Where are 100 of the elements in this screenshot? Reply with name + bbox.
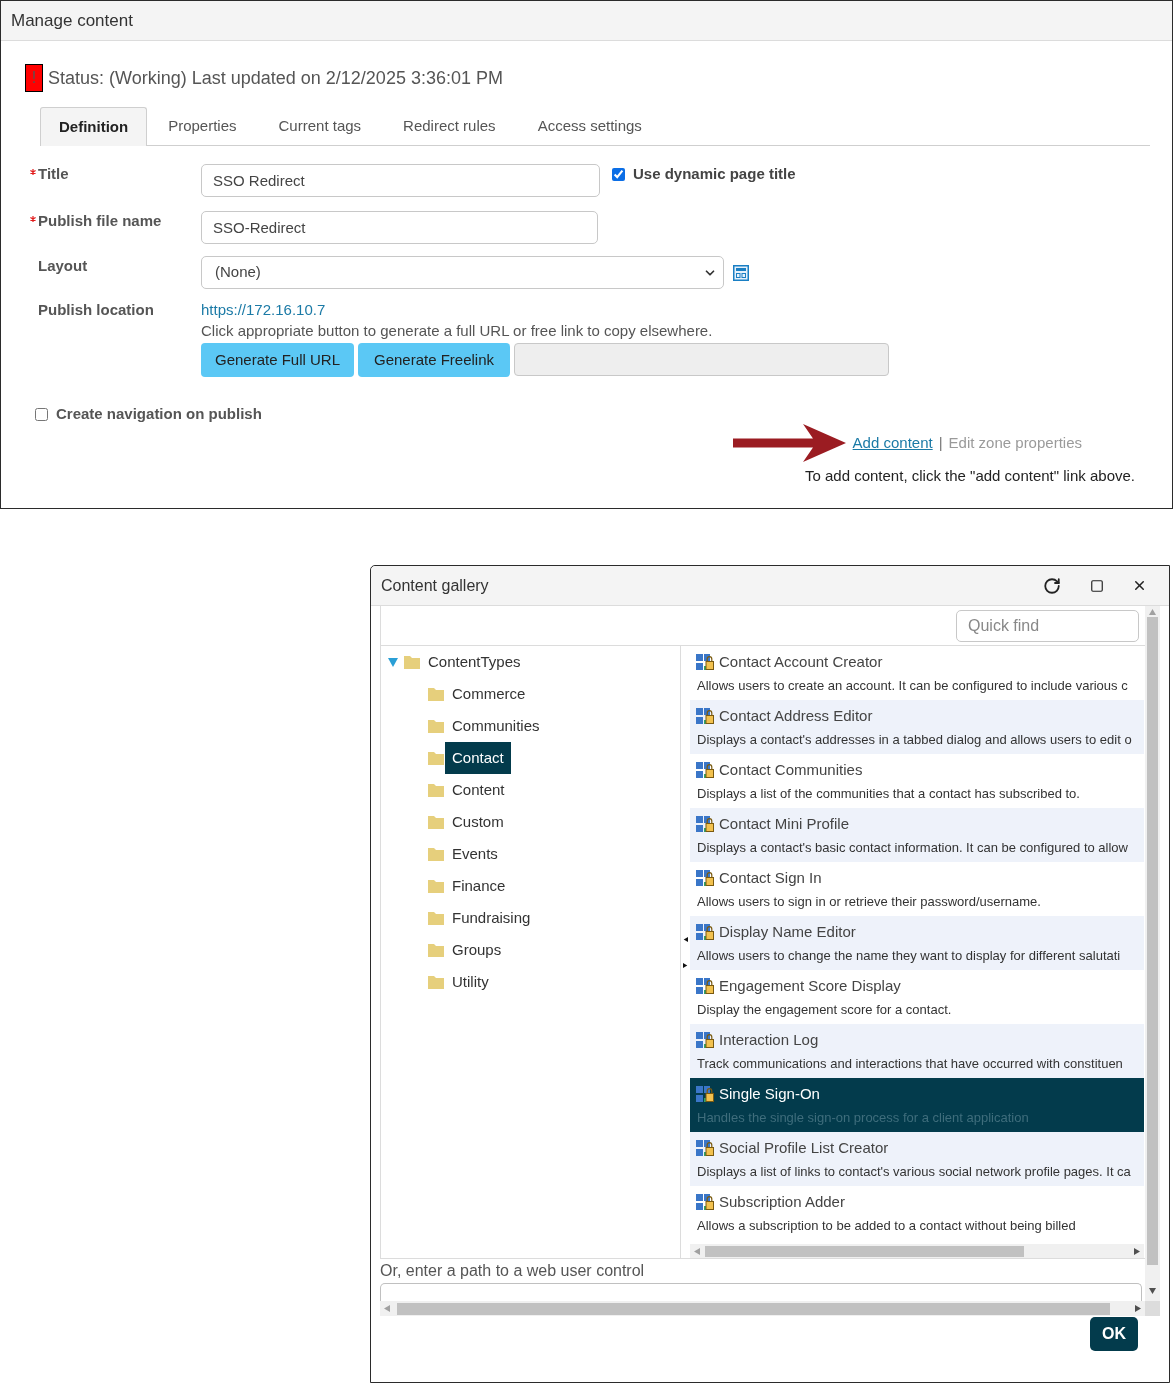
generate-button[interactable]: Generate Full URL [201, 343, 354, 377]
expand-right-icon[interactable] [683, 961, 688, 969]
folder-icon [428, 751, 444, 765]
item-description: Display the engagement score for a contact. [696, 1001, 953, 1019]
scroll-right-icon[interactable] [1134, 1247, 1141, 1255]
link-output-field[interactable] [514, 343, 889, 376]
vertical-scrollbar[interactable] [1145, 606, 1160, 1301]
item-description: Track communications and interactions that have occurred with constituen [696, 1055, 1124, 1073]
item-title: Display Name Editor [719, 921, 856, 942]
item-description: Displays a list of the communities that a contact has subscribed to. [696, 785, 1081, 803]
checkbox[interactable] [35, 407, 48, 421]
checkbox[interactable] [612, 167, 625, 181]
scroll-down-icon[interactable] [1149, 1286, 1156, 1294]
item-title: Contact Account Creator [719, 651, 883, 672]
tree-item[interactable]: Groups [445, 934, 509, 966]
tree-item[interactable]: Events [445, 838, 505, 870]
layout-grid-icon[interactable] [733, 264, 749, 281]
dialog-title: Content gallery [381, 575, 489, 596]
tree-item[interactable]: Commerce [445, 678, 533, 710]
item-description: Displays a list of links to contact's various social network profile pages. It ca [696, 1163, 1132, 1181]
layout-select[interactable]: (None) [201, 256, 724, 289]
gallery-item[interactable]: Social Profile List Creator Displays a list of links to contact's various social network profile pages. It ca [690, 1132, 1144, 1186]
tab[interactable]: Properties [147, 107, 258, 146]
folder-icon [428, 911, 444, 925]
scrollbar-thumb[interactable] [1147, 617, 1158, 1265]
item-title: Contact Mini Profile [719, 813, 850, 834]
grid-padlock-icon [696, 1194, 714, 1210]
grid-padlock-icon [696, 870, 714, 886]
tree-item[interactable]: Custom [445, 806, 511, 838]
text-input-field[interactable]: SSO Redirect [201, 164, 600, 197]
tree-item[interactable]: ContentTypes [421, 646, 528, 678]
item-title: Contact Communities [719, 759, 863, 780]
item-title: Contact Address Editor [719, 705, 873, 726]
gallery-item[interactable]: Single Sign-On Handles the single sign-on process for a client application [690, 1078, 1144, 1132]
scroll-right-icon[interactable] [1135, 1305, 1142, 1312]
folder-icon [428, 943, 444, 957]
grid-padlock-icon [696, 1140, 714, 1156]
zone-link[interactable]: Add content [852, 431, 933, 455]
maximize-icon[interactable] [1090, 578, 1104, 593]
ok-button[interactable]: OK [1090, 1317, 1138, 1351]
tree-item[interactable]: Contact [445, 742, 511, 774]
status-text: Status: (Working) Last updated on 2/12/2025 3:36:01 PM [48, 66, 503, 90]
scroll-left-icon[interactable] [693, 1247, 700, 1255]
item-description: Displays a contact's addresses in a tabbed dialog and allows users to edit o [696, 731, 1133, 749]
close-icon[interactable] [1132, 578, 1147, 593]
field-label: Publish file name [38, 211, 162, 231]
caret-icon[interactable] [388, 657, 398, 667]
item-description: Allows users to create an account. It can be configured to include various c [696, 677, 1129, 695]
tab[interactable]: Current tags [257, 107, 383, 146]
gallery-item[interactable]: Interaction Log Track communications and interactions that have occurred with constituen [690, 1024, 1144, 1078]
tree-item[interactable]: Finance [445, 870, 513, 902]
tab[interactable]: Redirect rules [382, 107, 517, 146]
item-description: Handles the single sign-on process for a client application [696, 1109, 1030, 1127]
item-title: Contact Sign In [719, 867, 822, 888]
tree-item[interactable]: Content [445, 774, 512, 806]
folder-icon [428, 847, 444, 861]
quick-find-field[interactable]: Quick find [956, 609, 1139, 642]
tab[interactable]: Definition [40, 107, 148, 146]
panel-title: Manage content [11, 9, 133, 32]
grid-padlock-icon [696, 978, 714, 994]
url-link[interactable]: https://172.16.10.7 [201, 300, 889, 320]
tree-item[interactable]: Fundraising [445, 902, 538, 934]
gallery-item[interactable]: Contact Mini Profile Displays a contact's basic contact information. It can be configured to allow [690, 808, 1144, 862]
link-separator: | [938, 432, 943, 453]
path-input-field[interactable] [380, 1283, 1142, 1301]
folder-icon [428, 975, 444, 989]
gallery-item[interactable]: Display Name Editor Allows users to change the name they want to display for different salutati [690, 916, 1144, 970]
item-title: Social Profile List Creator [719, 1137, 889, 1158]
scrollbar-thumb[interactable] [397, 1302, 1110, 1315]
grid-padlock-icon [696, 708, 714, 724]
grid-padlock-icon [696, 1032, 714, 1048]
folder-icon [428, 783, 444, 797]
checkbox-label: Use dynamic page title [633, 163, 796, 184]
refresh-icon[interactable] [1043, 576, 1061, 595]
grid-padlock-icon [696, 1086, 714, 1102]
tree-item[interactable]: Communities [445, 710, 547, 742]
grid-padlock-icon [696, 762, 714, 778]
folder-icon [404, 655, 420, 669]
item-title: Interaction Log [719, 1029, 819, 1050]
item-description: Allows a subscription to be added to a contact without being billed [696, 1217, 1077, 1235]
item-title: Subscription Adder [719, 1191, 845, 1212]
gallery-item[interactable]: Contact Address Editor Displays a contact's addresses in a tabbed dialog and allows users to edit o [690, 700, 1144, 754]
generate-button[interactable]: Generate Freelink [358, 343, 510, 377]
collapse-left-icon[interactable] [683, 935, 688, 943]
field-label: Title [38, 164, 69, 184]
text-input-field[interactable]: SSO-Redirect [201, 211, 598, 244]
scroll-up-icon[interactable] [1149, 608, 1156, 615]
scrollbar-thumb[interactable] [705, 1245, 1024, 1257]
item-title: Engagement Score Display [719, 975, 901, 996]
item-description: Allows users to sign in or retrieve their password/username. [696, 893, 1042, 911]
horizontal-scrollbar[interactable] [380, 1301, 1145, 1316]
tree-item[interactable]: Utility [445, 966, 496, 998]
status-flag: ! [25, 64, 43, 92]
scroll-left-icon[interactable] [383, 1305, 390, 1312]
grid-padlock-icon [696, 816, 714, 832]
horizontal-scrollbar[interactable] [690, 1244, 1144, 1258]
item-title: Single Sign-On [719, 1083, 820, 1104]
tab[interactable]: Access settings [516, 107, 663, 146]
field-label: Layout [38, 256, 88, 276]
scrollbar-corner [1145, 1301, 1160, 1316]
